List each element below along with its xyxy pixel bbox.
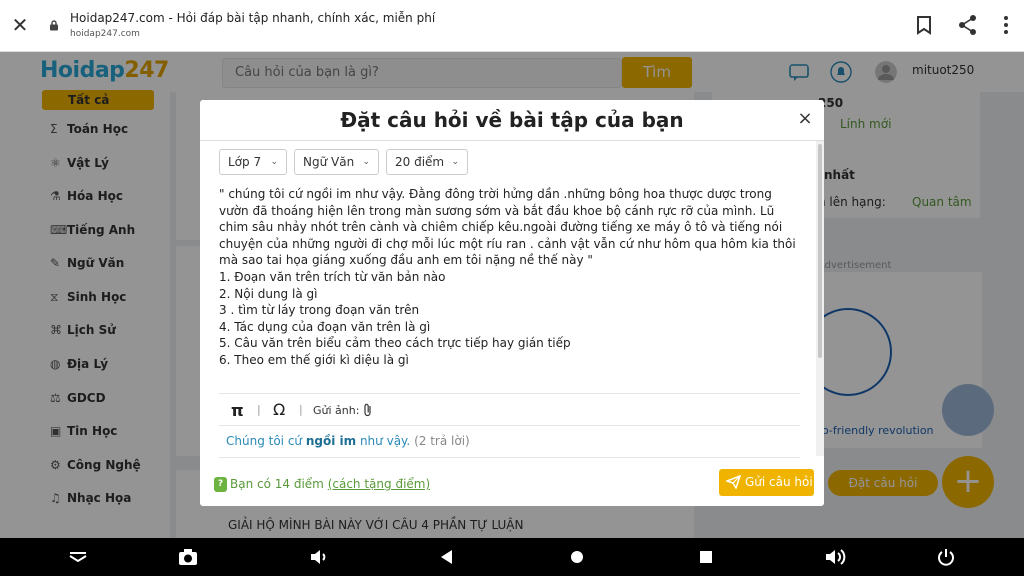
toolbar-separator: |: [299, 403, 303, 416]
lock-icon: [50, 20, 58, 31]
camera-icon[interactable]: [177, 547, 199, 567]
question-line: 5. Câu văn trên biểu cảm theo cách trực …: [219, 336, 571, 351]
question-line: 2. Nội dung là gì: [219, 286, 318, 301]
divider: [200, 140, 824, 141]
close-icon[interactable]: ×: [796, 109, 814, 129]
volume-up-icon[interactable]: [824, 547, 846, 567]
back-icon[interactable]: [436, 547, 458, 567]
paperclip-icon[interactable]: [362, 403, 374, 417]
recents-icon[interactable]: [695, 547, 717, 567]
question-line: 1. Đoạn văn trên trích từ văn bản nào: [219, 269, 446, 284]
scrollbar-thumb[interactable]: [818, 144, 822, 358]
browser-page-title: Hoidap247.com - Hỏi đáp bài tập nhanh, c…: [70, 11, 436, 25]
question-textarea[interactable]: " chúng tôi cứ ngồi im như vậy. Đằng đôn…: [219, 186, 803, 369]
editor-toolbar: π | Ω | Gửi ảnh:: [219, 393, 800, 426]
divider: [219, 457, 800, 458]
modal-title: Đặt câu hỏi về bài tập của bạn: [340, 108, 684, 132]
question-line: 3 . tìm từ láy trong đoạn văn trên: [219, 303, 420, 318]
close-tab-icon[interactable]: ✕: [10, 14, 30, 36]
bookmark-icon[interactable]: [913, 14, 935, 36]
similar-question-link[interactable]: Chúng tôi cứ ngồi im như vậy. (2 trả lời…: [226, 434, 470, 448]
question-line: 4. Tác dụng của đoạn văn trên là gì: [219, 319, 431, 334]
home-icon[interactable]: [566, 547, 588, 567]
math-formula-button[interactable]: π: [231, 401, 244, 420]
collapse-icon[interactable]: [67, 547, 89, 567]
chevron-down-icon: ⌄: [451, 157, 459, 167]
browser-url[interactable]: hoidap247.com: [70, 29, 140, 39]
more-menu-icon[interactable]: [995, 14, 1017, 36]
chevron-down-icon: ⌄: [270, 157, 278, 167]
power-icon[interactable]: [935, 547, 957, 567]
send-image-label: Gửi ảnh:: [313, 404, 360, 417]
volume-down-icon[interactable]: [308, 547, 330, 567]
share-icon[interactable]: [957, 14, 979, 36]
chevron-down-icon: ⌄: [362, 157, 370, 167]
question-line: 6. Theo em thế giới kì diệu là gì: [219, 352, 409, 367]
send-plane-icon: [726, 475, 741, 489]
submit-question-button[interactable]: Gửi câu hỏi: [719, 469, 814, 496]
toolbar-separator: |: [257, 403, 261, 416]
points-select[interactable]: 20 điểm ⌄: [386, 149, 468, 175]
special-char-button[interactable]: Ω: [273, 400, 285, 419]
browser-toolbar: ✕ Hoidap247.com - Hỏi đáp bài tập nhanh,…: [0, 0, 1024, 52]
how-to-give-points-link[interactable]: (cách tặng điểm): [328, 477, 430, 491]
ask-question-modal: Đặt câu hỏi về bài tập của bạn × Lớp 7 ⌄ …: [200, 100, 824, 506]
grade-select[interactable]: Lớp 7 ⌄: [219, 149, 287, 175]
help-badge-icon: ?: [214, 477, 227, 492]
subject-select[interactable]: Ngữ Văn ⌄: [294, 149, 379, 175]
question-line: " chúng tôi cứ ngồi im như vậy. Đằng đôn…: [219, 187, 796, 268]
system-navigation-bar: [0, 538, 1024, 576]
points-info: Bạn có 14 điểm (cách tặng điểm): [230, 477, 431, 491]
